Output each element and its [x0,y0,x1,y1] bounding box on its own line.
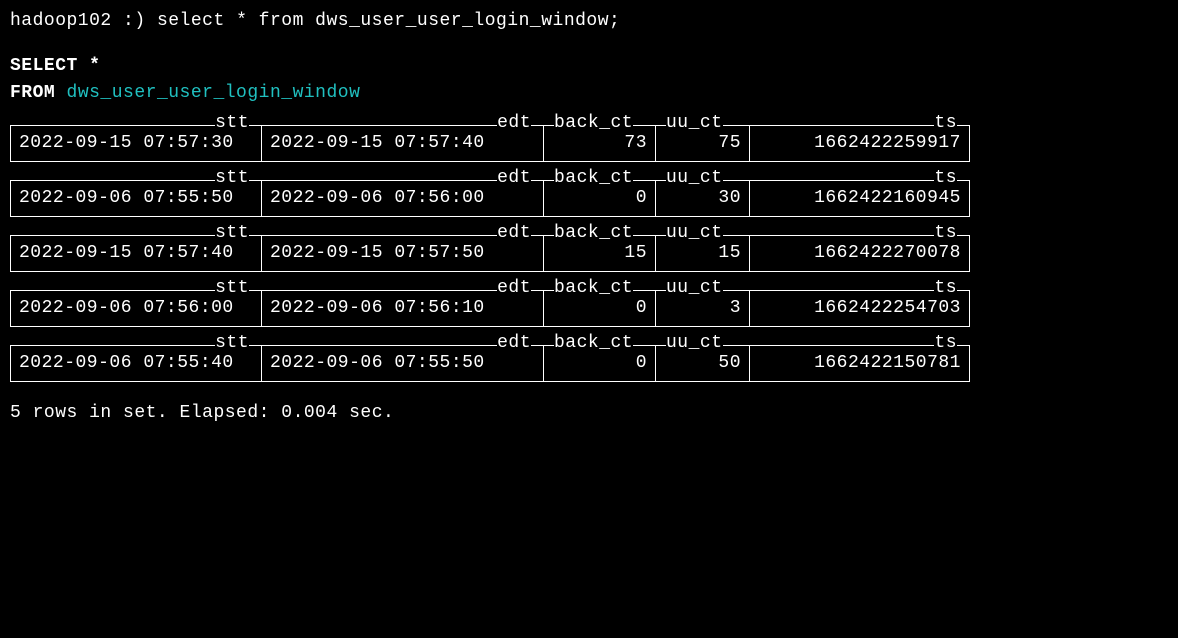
column-header-stt: stt [215,169,249,187]
cell-value: 1662422259917 [814,133,961,153]
table-row: stt2022-09-06 07:56:00edt2022-09-06 07:5… [10,290,1168,327]
cell-value: 0 [636,353,647,373]
column-header-stt: stt [215,224,249,242]
column-header-stt: stt [215,334,249,352]
cell-uu_ct: uu_ct15 [656,235,750,272]
column-header-uu_ct: uu_ct [666,334,723,352]
table-row: stt2022-09-15 07:57:40edt2022-09-15 07:5… [10,235,1168,272]
column-header-stt: stt [215,114,249,132]
column-header-uu_ct: uu_ct [666,114,723,132]
cell-value: 2022-09-15 07:57:40 [19,240,253,267]
table-row-cells: stt2022-09-06 07:55:40edt2022-09-06 07:5… [10,345,1168,382]
cell-back_ct: back_ct0 [544,345,656,382]
rows-in-set: 5 rows in set. [10,403,168,423]
cell-uu_ct: uu_ct50 [656,345,750,382]
cell-value: 1662422270078 [814,243,961,263]
cell-ts: ts1662422259917 [750,125,970,162]
column-header-back_ct: back_ct [554,334,633,352]
cell-stt: stt2022-09-15 07:57:30 [10,125,262,162]
column-header-edt: edt [497,279,531,297]
table-name: dws_user_user_login_window [67,83,361,103]
column-header-ts: ts [934,334,957,352]
prompt-command: select * from dws_user_user_login_window… [157,11,620,31]
column-header-ts: ts [934,114,957,132]
cell-ts: ts1662422270078 [750,235,970,272]
column-header-ts: ts [934,224,957,242]
cell-value: 2022-09-06 07:56:00 [270,185,535,212]
cell-stt: stt2022-09-06 07:56:00 [10,290,262,327]
query-echo: SELECT * FROM dws_user_user_login_window [10,53,1168,107]
cell-value: 1662422160945 [814,188,961,208]
column-header-ts: ts [934,279,957,297]
cell-edt: edt2022-09-06 07:55:50 [262,345,544,382]
cell-value: 2022-09-06 07:56:10 [270,295,535,322]
cell-value: 30 [718,188,741,208]
cell-value: 2022-09-15 07:57:50 [270,240,535,267]
cell-value: 1662422150781 [814,353,961,373]
table-row-cells: stt2022-09-15 07:57:30edt2022-09-15 07:5… [10,125,1168,162]
prompt-line: hadoop102 :) select * from dws_user_user… [10,8,1168,35]
table-row-cells: stt2022-09-06 07:55:50edt2022-09-06 07:5… [10,180,1168,217]
column-header-edt: edt [497,114,531,132]
result-set: stt2022-09-15 07:57:30edt2022-09-15 07:5… [10,125,1168,382]
cell-value: 3 [730,298,741,318]
cell-value: 2022-09-15 07:57:30 [19,130,253,157]
cell-stt: stt2022-09-15 07:57:40 [10,235,262,272]
cell-value: 75 [718,133,741,153]
cell-back_ct: back_ct73 [544,125,656,162]
column-header-back_ct: back_ct [554,224,633,242]
prompt-host: hadoop102 [10,11,112,31]
cell-edt: edt2022-09-06 07:56:10 [262,290,544,327]
table-row-cells: stt2022-09-15 07:57:40edt2022-09-15 07:5… [10,235,1168,272]
table-row-cells: stt2022-09-06 07:56:00edt2022-09-06 07:5… [10,290,1168,327]
table-row: stt2022-09-06 07:55:40edt2022-09-06 07:5… [10,345,1168,382]
cell-value: 73 [624,133,647,153]
cell-value: 2022-09-06 07:56:00 [19,295,253,322]
column-header-stt: stt [215,279,249,297]
cell-value: 50 [718,353,741,373]
prompt-symbol: :) [123,11,146,31]
result-footer: 5 rows in set. Elapsed: 0.004 sec. [10,400,1168,427]
from-keyword: FROM [10,83,55,103]
column-header-edt: edt [497,334,531,352]
cell-value: 15 [718,243,741,263]
column-header-uu_ct: uu_ct [666,279,723,297]
cell-back_ct: back_ct15 [544,235,656,272]
column-header-back_ct: back_ct [554,279,633,297]
cell-value: 15 [624,243,647,263]
table-row: stt2022-09-15 07:57:30edt2022-09-15 07:5… [10,125,1168,162]
cell-value: 1662422254703 [814,298,961,318]
column-header-uu_ct: uu_ct [666,224,723,242]
cell-value: 2022-09-06 07:55:50 [270,350,535,377]
cell-value: 0 [636,188,647,208]
column-header-back_ct: back_ct [554,114,633,132]
cell-uu_ct: uu_ct3 [656,290,750,327]
cell-value: 2022-09-06 07:55:40 [19,350,253,377]
column-header-edt: edt [497,224,531,242]
cell-ts: ts1662422160945 [750,180,970,217]
elapsed-value: 0.004 sec. [281,403,394,423]
cell-value: 2022-09-06 07:55:50 [19,185,253,212]
cell-uu_ct: uu_ct75 [656,125,750,162]
cell-value: 2022-09-15 07:57:40 [270,130,535,157]
select-keyword: SELECT * [10,56,100,76]
cell-value: 0 [636,298,647,318]
table-row: stt2022-09-06 07:55:50edt2022-09-06 07:5… [10,180,1168,217]
cell-uu_ct: uu_ct30 [656,180,750,217]
cell-stt: stt2022-09-06 07:55:40 [10,345,262,382]
cell-back_ct: back_ct0 [544,290,656,327]
cell-stt: stt2022-09-06 07:55:50 [10,180,262,217]
cell-edt: edt2022-09-06 07:56:00 [262,180,544,217]
cell-edt: edt2022-09-15 07:57:50 [262,235,544,272]
column-header-back_ct: back_ct [554,169,633,187]
elapsed-label: Elapsed: [180,403,270,423]
column-header-ts: ts [934,169,957,187]
cell-edt: edt2022-09-15 07:57:40 [262,125,544,162]
column-header-uu_ct: uu_ct [666,169,723,187]
column-header-edt: edt [497,169,531,187]
cell-ts: ts1662422254703 [750,290,970,327]
cell-back_ct: back_ct0 [544,180,656,217]
cell-ts: ts1662422150781 [750,345,970,382]
